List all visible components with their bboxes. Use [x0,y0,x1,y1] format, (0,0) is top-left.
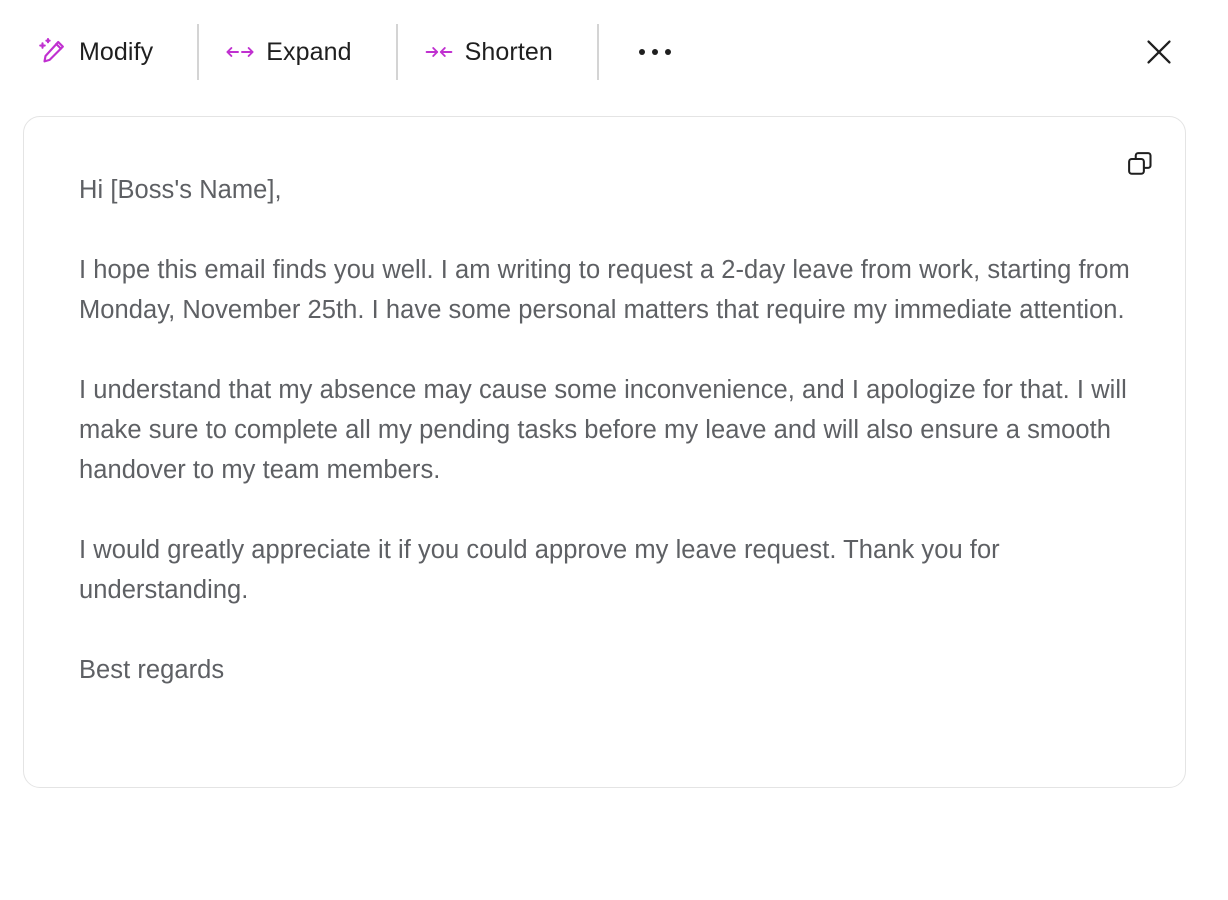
toolbar-divider-2 [395,24,398,80]
arrows-expand-icon [225,42,255,62]
email-paragraph-request: I hope this email finds you well. I am w… [79,256,1130,324]
close-button[interactable] [1132,25,1186,79]
email-paragraph-handover: I understand that my absence may cause s… [79,376,1127,484]
toolbar-divider-1 [197,24,200,80]
email-paragraph-closing: I would greatly appreciate it if you cou… [79,536,1000,604]
more-horizontal-icon-dot-3 [664,49,671,55]
generated-email-card: Hi [Boss's Name], I hope this email find… [23,116,1186,788]
more-horizontal-icon-dot-1 [638,49,645,55]
email-paragraph-signoff: Best regards [79,656,225,684]
email-body: Hi [Boss's Name], I hope this email find… [79,170,1139,690]
modify-button[interactable]: Modify [34,25,175,79]
arrows-shorten-icon [424,42,454,62]
shorten-button-label: Shorten [464,37,553,66]
close-icon [1142,35,1176,69]
expand-button[interactable]: Expand [221,25,373,79]
more-horizontal-icon-dot-2 [651,49,658,55]
toolbar-divider-3 [596,24,599,80]
shorten-button[interactable]: Shorten [420,25,575,79]
expand-button-label: Expand [266,37,352,66]
modify-button-label: Modify [79,37,154,66]
magic-wand-pencil-icon [38,37,68,67]
more-options-button[interactable] [623,25,687,79]
ai-actions-toolbar: Modify Expand Shorten [0,0,1228,104]
email-paragraph-greeting: Hi [Boss's Name], [79,176,282,204]
